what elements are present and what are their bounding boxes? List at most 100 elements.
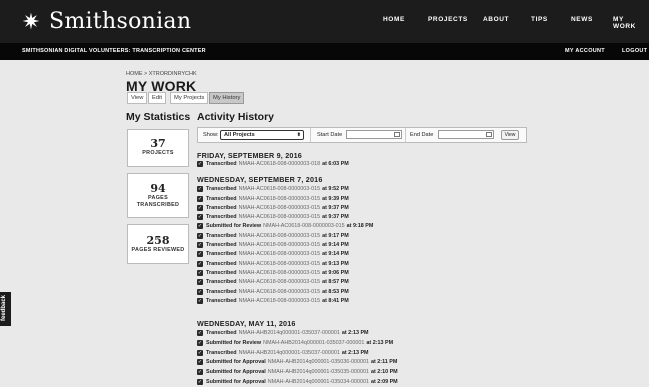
activity-entry: ✓ Transcribed NMAH-AC0618-008-0000003-015 a…: [197, 232, 349, 239]
entry-time: at 6:03 PM: [322, 160, 349, 167]
entry-time: at 9:13 PM: [322, 260, 349, 267]
start-date-label: Start Date: [317, 132, 343, 138]
entry-page-link[interactable]: NMAH-AC0618-008-0000003-015: [239, 279, 321, 285]
entry-page-link[interactable]: NMAH-AHB2014q000001-035037-000001: [239, 350, 340, 356]
entry-action: Transcribed: [206, 297, 237, 304]
nav-news[interactable]: NEWS: [571, 16, 593, 23]
nav-home[interactable]: HOME: [383, 16, 405, 23]
entry-time-value: 9:52 PM: [328, 185, 349, 192]
entry-action: Transcribed: [206, 241, 237, 248]
entry-action: Transcribed: [206, 329, 237, 336]
activity-entry: ✓ Submitted for Approval NMAH-AHB2014q0000…: [197, 368, 398, 375]
end-date-input[interactable]: [438, 130, 494, 139]
check-icon: ✓: [197, 185, 203, 192]
entry-time: at 2:10 PM: [371, 368, 398, 375]
tab-my-history[interactable]: My History: [209, 92, 245, 104]
divider: [310, 128, 311, 142]
nav-projects[interactable]: PROJECTS: [428, 16, 468, 23]
stat-value: 37: [150, 137, 166, 150]
entry-time-value: 9:06 PM: [328, 269, 349, 276]
feedback-tab[interactable]: feedback: [0, 292, 11, 326]
activity-entry: ✓ Submitted for Approval NMAH-AHB2014q0000…: [197, 358, 397, 365]
check-icon: ✓: [197, 222, 203, 229]
activity-entry: ✓ Submitted for Review NMAH-AC0618-008-000…: [197, 222, 373, 229]
project-filter-select[interactable]: All Projects ⬍: [220, 130, 304, 140]
entry-page-link[interactable]: NMAH-AHB2014q000001-035037-000001: [263, 340, 364, 346]
check-icon: ✓: [197, 297, 203, 304]
stat-label: PAGES: [148, 195, 168, 201]
activity-entry: ✓ Transcribed NMAH-AC0618-008-0000003-015 a…: [197, 213, 349, 220]
logout-link[interactable]: LOGOUT: [622, 48, 647, 54]
tab-edit[interactable]: Edit: [148, 92, 166, 104]
entry-page-link[interactable]: NMAH-AC0618-008-0000003-015: [263, 223, 345, 229]
entry-action: Transcribed: [206, 288, 237, 295]
entry-action: Transcribed: [206, 213, 237, 220]
entry-action: Transcribed: [206, 269, 237, 276]
stat-label: PROJECTS: [142, 150, 174, 156]
entry-page-link[interactable]: NMAH-AC0618-008-0000003-015: [239, 214, 321, 220]
entry-page-link[interactable]: NMAH-AC0618-008-0000003-015: [239, 289, 321, 295]
select-value: All Projects: [224, 132, 255, 138]
date-heading: WEDNESDAY, MAY 11, 2016: [197, 319, 296, 328]
start-date-input[interactable]: [346, 130, 402, 139]
entry-page-link[interactable]: NMAH-AC0618-008-0000003-015: [239, 242, 321, 248]
entry-time: at 9:37 PM: [322, 213, 349, 220]
nav-my-work[interactable]: MY WORK: [613, 16, 649, 30]
stat-pages-transcribed: 94 PAGES TRANSCRIBED: [127, 173, 189, 218]
entry-page-link[interactable]: NMAH-AC0618-008-0000003-015: [239, 261, 321, 267]
smithsonian-logo[interactable]: ✷ Smithsonian: [20, 9, 191, 34]
entry-page-link[interactable]: NMAH-AHB2014q000001-035036-000001: [268, 359, 369, 365]
entry-time: at 9:14 PM: [322, 241, 349, 248]
entry-time: at 8:57 PM: [322, 278, 349, 285]
check-icon: ✓: [197, 378, 203, 385]
entry-time-value: 2:11 PM: [377, 358, 398, 365]
tab-my-projects[interactable]: My Projects: [170, 92, 209, 104]
entry-page-link[interactable]: NMAH-AC0618-008-0000003-015: [239, 298, 321, 304]
entry-page-link[interactable]: NMAH-AC0618-008-0000003-015: [239, 233, 321, 239]
entry-action: Transcribed: [206, 232, 237, 239]
entry-page-link[interactable]: NMAH-AC0618-008-0000003-015: [239, 251, 321, 257]
entry-page-link[interactable]: NMAH-AC0618-008-0000003-015: [239, 196, 321, 202]
entry-time-value: 2:09 PM: [377, 378, 398, 385]
history-filter-bar: Show: All Projects ⬍ Start Date End Date…: [197, 127, 527, 143]
activity-entry: ✓ Submitted for Review NMAH-AHB2014q000001…: [197, 339, 393, 346]
calendar-icon[interactable]: [486, 132, 492, 137]
check-icon: ✓: [197, 269, 203, 276]
entry-action: Transcribed: [206, 278, 237, 285]
stat-projects: 37 PROJECTS: [127, 129, 189, 167]
calendar-icon[interactable]: [394, 132, 400, 137]
activity-entry: ✓ Transcribed NMAH-AC0618-008-0000003-015 a…: [197, 278, 349, 285]
entry-time-value: 9:17 PM: [328, 232, 349, 239]
entry-action: Transcribed: [206, 204, 237, 211]
check-icon: ✓: [197, 241, 203, 248]
tab-view[interactable]: View: [127, 92, 148, 104]
check-icon: ✓: [197, 358, 203, 365]
activity-entry: ✓ Transcribed NMAH-AC0618-008-0000003-015 a…: [197, 297, 349, 304]
entry-page-link[interactable]: NMAH-AC0618-008-0000003-018: [239, 161, 321, 167]
entry-time-value: 8:57 PM: [328, 278, 349, 285]
site-subtitle[interactable]: SMITHSONIAN DIGITAL VOLUNTEERS: TRANSCRI…: [22, 48, 206, 54]
entry-time: at 2:13 PM: [341, 349, 369, 356]
entry-time: at 2:11 PM: [371, 358, 398, 365]
view-button[interactable]: View: [501, 130, 519, 140]
entry-page-link[interactable]: NMAH-AHB2014q000001-035035-000001: [268, 369, 369, 375]
check-icon: ✓: [197, 213, 203, 220]
entry-page-link[interactable]: NMAH-AC0618-008-0000003-015: [239, 205, 321, 211]
entry-time-value: 9:37 PM: [328, 213, 349, 220]
check-icon: ✓: [197, 278, 203, 285]
entry-time-value: 6:03 PM: [328, 160, 349, 167]
breadcrumb[interactable]: HOME > XTRORDINRYCHK: [126, 71, 197, 77]
activity-entry: ✓ Transcribed NMAH-AC0618-008-0000003-015 a…: [197, 250, 349, 257]
entry-action: Submitted for Approval: [206, 358, 266, 365]
entry-page-link[interactable]: NMAH-AC0618-008-0000003-015: [239, 186, 321, 192]
entry-time-value: 8:41 PM: [328, 297, 349, 304]
entry-page-link[interactable]: NMAH-AHB2014q000001-035034-000001: [268, 379, 369, 385]
nav-about[interactable]: ABOUT: [483, 16, 509, 23]
activity-entry: ✓ Transcribed NMAH-AC0618-008-0000003-01…: [197, 160, 349, 167]
my-account-link[interactable]: MY ACCOUNT: [565, 48, 605, 54]
entry-page-link[interactable]: NMAH-AHB2014q000001-035037-000001: [239, 330, 340, 336]
entry-page-link[interactable]: NMAH-AC0618-008-0000003-015: [239, 270, 321, 276]
entry-time-value: 2:10 PM: [377, 368, 398, 375]
nav-tips[interactable]: TIPS: [531, 16, 548, 23]
activity-entry: ✓ Transcribed NMAH-AC0618-008-0000003-015 a…: [197, 260, 349, 267]
